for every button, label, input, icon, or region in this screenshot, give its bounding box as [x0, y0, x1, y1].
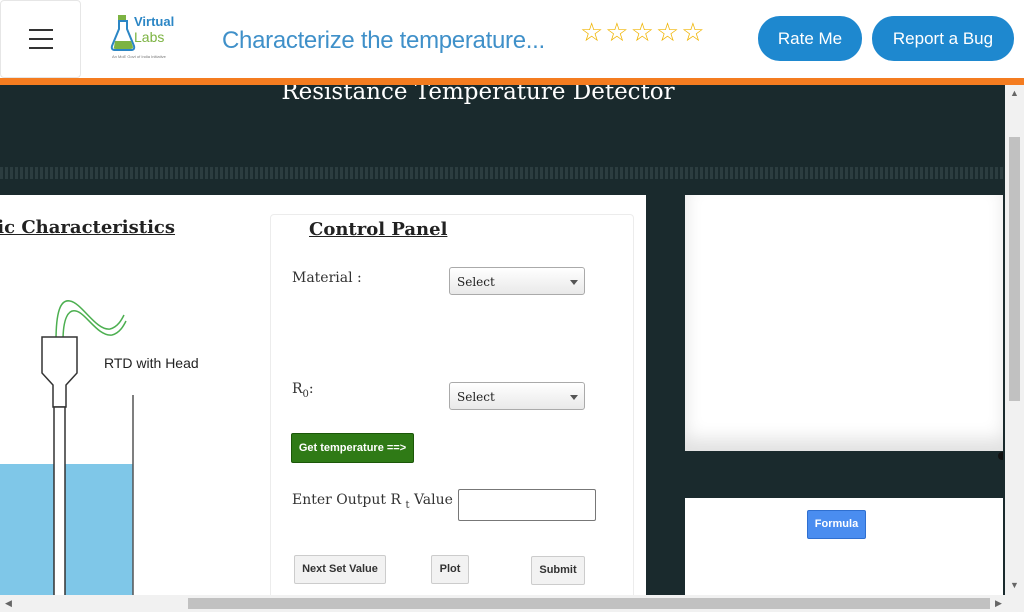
r0-select-value: Select — [457, 390, 495, 404]
next-set-value-button[interactable]: Next Set Value — [294, 555, 386, 584]
logo-flask-icon — [110, 15, 136, 51]
material-select-value: Select — [457, 275, 495, 289]
resize-handle[interactable] — [998, 452, 1003, 460]
control-panel-title: Control Panel — [309, 219, 448, 240]
experiment-panel: Static Characteristics RTD with Head Con… — [0, 195, 646, 595]
page-heading: Resistance Temperature Detector — [281, 85, 675, 105]
graph-area — [685, 195, 1003, 451]
menu-icon-line — [29, 38, 53, 40]
rtd-apparatus-illustration — [0, 300, 134, 595]
menu-button[interactable] — [0, 0, 81, 78]
material-select[interactable]: Select — [449, 267, 585, 295]
scroll-right-icon[interactable]: ▶ — [995, 598, 1002, 609]
rtd-probe — [53, 406, 66, 595]
formula-button[interactable]: Formula — [807, 510, 866, 539]
output-rt-input[interactable] — [458, 489, 596, 521]
scroll-up-icon[interactable]: ▲ — [1010, 88, 1019, 98]
get-temperature-button[interactable]: Get temperature ==> — [291, 433, 414, 463]
menu-icon — [29, 29, 53, 31]
rtd-label: RTD with Head — [104, 355, 199, 371]
section-title: Static Characteristics — [0, 217, 176, 238]
header-accent-bar — [0, 78, 1024, 85]
submit-button[interactable]: Submit — [531, 556, 585, 585]
scroll-left-icon[interactable]: ◀ — [5, 598, 12, 609]
virtual-labs-logo[interactable]: Virtual Labs An MoE Govt of India Initia… — [108, 12, 174, 64]
vertical-scroll-thumb[interactable] — [1009, 137, 1020, 401]
rtd-head — [41, 336, 78, 408]
experiment-title: Characterize the temperature... — [222, 27, 545, 54]
control-panel: Control Panel Material : Select R0: Sele… — [270, 214, 634, 595]
horizontal-scrollbar[interactable]: ◀ ▶ — [0, 595, 1024, 612]
rate-me-button[interactable]: Rate Me — [758, 16, 862, 61]
vertical-scrollbar[interactable]: ▲ ▼ — [1005, 85, 1024, 595]
menu-icon-line — [29, 47, 53, 49]
r0-label: R0: — [292, 381, 314, 400]
horizontal-scroll-thumb[interactable] — [188, 598, 990, 609]
plot-button[interactable]: Plot — [431, 555, 469, 584]
report-bug-button[interactable]: Report a Bug — [872, 16, 1014, 61]
dashed-divider — [0, 167, 1003, 179]
logo-text-virtual: Virtual — [134, 14, 175, 29]
formula-panel: Formula — [685, 498, 1003, 595]
logo-tagline: An MoE Govt of India Initiative — [112, 54, 166, 59]
scroll-down-icon[interactable]: ▼ — [1010, 580, 1019, 590]
chevron-down-icon — [570, 395, 578, 400]
water-tank — [0, 464, 133, 595]
output-rt-label: Enter Output R t Value : — [292, 492, 463, 511]
chevron-down-icon — [570, 280, 578, 285]
main-content: Resistance Temperature Detector Static C… — [0, 85, 1003, 595]
rating-stars[interactable]: ☆☆☆☆☆ — [580, 17, 707, 47]
material-label: Material : — [292, 270, 362, 286]
top-header: Virtual Labs An MoE Govt of India Initia… — [0, 0, 1024, 78]
logo-text-labs: Labs — [134, 29, 165, 45]
r0-select[interactable]: Select — [449, 382, 585, 410]
